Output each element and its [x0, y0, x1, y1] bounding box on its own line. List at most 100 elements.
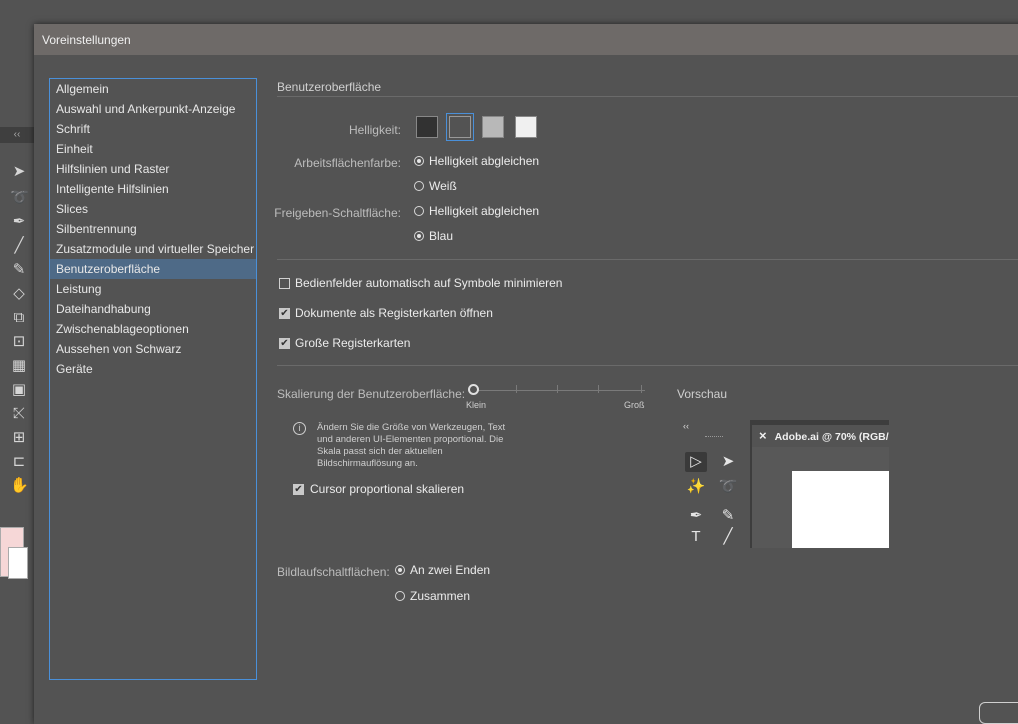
- scroll-buttons-both-ends-radio[interactable]: [395, 565, 405, 575]
- slider-tick: [598, 385, 599, 393]
- preview-label: Vorschau: [677, 387, 728, 401]
- ui-preview: ‹‹ ▷ ➤ ✨ ➰ ✒ ✎ T ╱ × Adobe.ai @ 70% (RGB/: [677, 420, 889, 548]
- preview-artboard: [792, 471, 889, 548]
- share-button-match-radio[interactable]: [414, 206, 424, 216]
- canvas-color-match-label[interactable]: Helligkeit abgleichen: [429, 154, 539, 168]
- category-item-schwarz[interactable]: Aussehen von Schwarz: [50, 339, 256, 359]
- close-icon: ×: [759, 428, 767, 443]
- category-list[interactable]: Allgemein Auswahl und Ankerpunkt-Anzeige…: [49, 78, 257, 680]
- brightness-swatch-medium-dark[interactable]: [446, 113, 474, 141]
- category-item-auswahl[interactable]: Auswahl und Ankerpunkt-Anzeige: [50, 99, 256, 119]
- canvas-color-match-radio[interactable]: [414, 156, 424, 166]
- open-as-tabs-checkbox[interactable]: ✔: [279, 308, 290, 319]
- section-title: Benutzeroberfläche: [277, 80, 382, 94]
- preview-line-icon: ╱: [723, 528, 733, 545]
- scroll-buttons-together-radio[interactable]: [395, 591, 405, 601]
- share-button-blue-label[interactable]: Blau: [429, 229, 453, 243]
- auto-collapse-checkbox[interactable]: [279, 278, 290, 289]
- artboard-tool-icon[interactable]: ⊏: [10, 453, 28, 471]
- canvas-color-white-radio[interactable]: [414, 181, 424, 191]
- slider-tick: [516, 385, 517, 393]
- line-tool-icon[interactable]: ╱: [10, 237, 28, 255]
- preview-canvas: [752, 447, 889, 548]
- ui-scaling-slider-track[interactable]: [475, 390, 645, 391]
- ui-scaling-slider-knob[interactable]: [468, 384, 479, 395]
- preview-direct-selection-icon: ➤: [721, 453, 735, 470]
- gradient-tool-icon[interactable]: ▣: [10, 381, 28, 399]
- slider-tick: [641, 385, 642, 393]
- preview-lasso-icon: ➰: [718, 478, 738, 495]
- ok-button[interactable]: [979, 702, 1018, 724]
- preview-pen-icon: ✒: [689, 507, 703, 524]
- blend-tool-icon[interactable]: ⊞: [10, 429, 28, 447]
- eyedropper-tool-icon[interactable]: ⤪: [10, 405, 28, 423]
- check-icon: ✔: [280, 338, 289, 349]
- brightness-swatch-light[interactable]: [515, 116, 537, 138]
- dialog-title-bar[interactable]: Voreinstellungen: [34, 24, 1018, 55]
- brightness-swatch-medium-light[interactable]: [482, 116, 504, 138]
- hand-tool-icon[interactable]: ✋: [10, 477, 29, 495]
- preview-magic-wand-icon: ✨: [686, 478, 706, 495]
- category-item-zusatzmodule[interactable]: Zusatzmodule und virtueller Speicher: [50, 239, 256, 259]
- preview-doc-tab: × Adobe.ai @ 70% (RGB/: [752, 425, 889, 447]
- eraser-tool-icon[interactable]: ◇: [10, 285, 28, 303]
- slider-tick: [557, 385, 558, 393]
- large-tabs-checkbox[interactable]: ✔: [279, 338, 290, 349]
- scroll-buttons-label: Bildlaufschaltflächen:: [277, 565, 390, 579]
- preview-type-icon: T: [691, 528, 701, 545]
- divider: [277, 96, 1018, 97]
- large-tabs-label[interactable]: Große Registerkarten: [295, 336, 410, 350]
- category-item-zwischenablage[interactable]: Zwischenablageoptionen: [50, 319, 256, 339]
- category-item-schrift[interactable]: Schrift: [50, 119, 256, 139]
- preview-selection-icon: ▷: [685, 452, 707, 472]
- preferences-dialog: Voreinstellungen Allgemein Auswahl und A…: [34, 24, 1018, 724]
- share-button-match-label[interactable]: Helligkeit abgleichen: [429, 204, 539, 218]
- brightness-label: Helligkeit:: [348, 123, 401, 137]
- tools-panel: ‹‹ ➤ ➰ ✒ ╱ ✎ ◇ ⧉ ⊡ ▦ ▣ ⤪ ⊞ ⊏ ✋: [0, 127, 34, 687]
- scaling-max-label: Groß: [624, 400, 645, 410]
- ui-scaling-label: Skalierung der Benutzeroberfläche:: [277, 387, 466, 401]
- brush-tool-icon[interactable]: ✎: [10, 261, 28, 279]
- category-item-geraete[interactable]: Geräte: [50, 359, 256, 379]
- open-as-tabs-label[interactable]: Dokumente als Registerkarten öffnen: [295, 306, 493, 320]
- divider: [277, 259, 1018, 260]
- info-icon: i: [293, 422, 306, 435]
- check-icon: ✔: [280, 308, 289, 319]
- cursor-scale-checkbox[interactable]: ✔: [293, 484, 304, 495]
- scaling-info-text: Ändern Sie die Größe von Werkzeugen, Tex…: [317, 422, 506, 469]
- canvas-color-label: Arbeitsflächenfarbe:: [294, 156, 401, 170]
- canvas-color-white-label[interactable]: Weiß: [429, 179, 457, 193]
- dialog-title: Voreinstellungen: [42, 33, 131, 47]
- category-item-slices[interactable]: Slices: [50, 199, 256, 219]
- preview-doc-title: Adobe.ai @ 70% (RGB/: [774, 431, 889, 443]
- category-item-dateihandhabung[interactable]: Dateihandhabung: [50, 299, 256, 319]
- brightness-swatch-dark[interactable]: [416, 116, 438, 138]
- selection-tool-icon[interactable]: ➤: [10, 163, 28, 181]
- share-button-label: Freigeben-Schaltfläche:: [274, 206, 401, 220]
- scroll-buttons-together-label[interactable]: Zusammen: [410, 589, 470, 603]
- category-item-allgemein[interactable]: Allgemein: [50, 79, 256, 99]
- stroke-swatch-icon[interactable]: [8, 547, 28, 579]
- graph-tool-icon[interactable]: ▦: [10, 357, 28, 375]
- lasso-tool-icon[interactable]: ➰: [10, 189, 29, 207]
- scale-tool-icon[interactable]: ⧉: [10, 309, 28, 327]
- scaling-min-label: Klein: [466, 400, 487, 410]
- transform-tool-icon[interactable]: ⊡: [10, 333, 28, 351]
- category-item-benutzeroberflaeche[interactable]: Benutzeroberfläche: [50, 259, 256, 279]
- category-item-einheit[interactable]: Einheit: [50, 139, 256, 159]
- check-icon: ✔: [294, 484, 303, 495]
- pen-tool-icon[interactable]: ✒: [10, 213, 28, 231]
- share-button-blue-radio[interactable]: [414, 231, 424, 241]
- category-item-leistung[interactable]: Leistung: [50, 279, 256, 299]
- cursor-scale-label[interactable]: Cursor proportional skalieren: [310, 482, 464, 496]
- preview-curvature-icon: ✎: [721, 507, 735, 524]
- category-item-silbentrennung[interactable]: Silbentrennung: [50, 219, 256, 239]
- collapse-icon[interactable]: ‹‹: [0, 127, 34, 143]
- auto-collapse-label[interactable]: Bedienfelder automatisch auf Symbole min…: [295, 276, 562, 290]
- category-item-hilfslinien[interactable]: Hilfslinien und Raster: [50, 159, 256, 179]
- preview-collapse-icon: ‹‹: [683, 421, 689, 431]
- divider: [277, 365, 1018, 366]
- preview-toolbar: ‹‹ ▷ ➤ ✨ ➰ ✒ ✎ T ╱: [677, 420, 750, 548]
- scroll-buttons-both-ends-label[interactable]: An zwei Enden: [410, 563, 490, 577]
- category-item-intelligente-hilfslinien[interactable]: Intelligente Hilfslinien: [50, 179, 256, 199]
